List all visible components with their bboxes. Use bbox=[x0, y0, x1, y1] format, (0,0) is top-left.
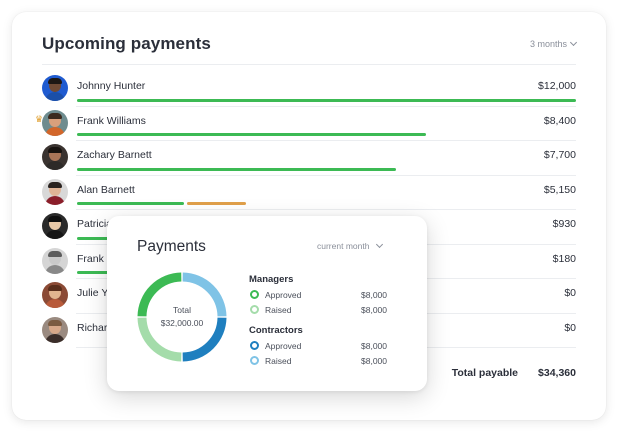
legend-value: $8,000 bbox=[361, 356, 387, 366]
legend-label: Approved bbox=[265, 290, 302, 300]
payee-name: Johnny Hunter bbox=[77, 80, 146, 92]
payment-row[interactable]: Johnny Hunter $12,000 bbox=[42, 72, 576, 107]
contractors-title: Contractors bbox=[249, 325, 303, 336]
legend-item: Approved $8,000 bbox=[249, 288, 389, 303]
donut-total-value: $32,000.00 bbox=[160, 318, 204, 328]
payment-amount: $5,150 bbox=[543, 183, 576, 196]
payee-name: Frank bbox=[77, 252, 104, 265]
payment-row[interactable]: Zachary Barnett $7,700 bbox=[42, 141, 576, 176]
managers-title: Managers bbox=[249, 274, 294, 285]
payment-row[interactable]: Alan Barnett $5,150 bbox=[42, 176, 576, 210]
payment-amount: $12,000 bbox=[538, 80, 576, 92]
avatar bbox=[42, 316, 68, 343]
legend-label: Approved bbox=[265, 341, 302, 351]
crown-icon: ♛ bbox=[35, 113, 44, 124]
card-title: Upcoming payments bbox=[42, 34, 211, 53]
managers-items: Approved $8,000 Raised $8,000 bbox=[249, 288, 389, 318]
payment-amount: $180 bbox=[552, 252, 576, 265]
progress-bar bbox=[77, 202, 184, 205]
avatar bbox=[42, 75, 68, 101]
payee-name: Alan Barnett bbox=[77, 183, 135, 196]
payment-amount: $0 bbox=[564, 321, 576, 334]
progress-bar bbox=[77, 98, 576, 102]
progress-bar bbox=[77, 133, 426, 136]
legend-dot-icon bbox=[250, 356, 259, 365]
legend-item: Raised $8,000 bbox=[249, 354, 389, 369]
payment-amount: $0 bbox=[564, 287, 576, 299]
avatar bbox=[42, 213, 68, 239]
payment-amount: $7,700 bbox=[543, 149, 576, 161]
payee-name: Julie Y bbox=[77, 287, 109, 299]
total-label: Total payable bbox=[451, 367, 519, 379]
avatar bbox=[42, 247, 68, 274]
legend-item: Raised $8,000 bbox=[249, 303, 389, 318]
chevron-down-icon bbox=[569, 38, 578, 47]
legend-value: $8,000 bbox=[361, 290, 387, 300]
payee-name: Zachary Barnett bbox=[77, 149, 152, 161]
payment-amount: $8,400 bbox=[543, 114, 576, 127]
legend-label: Raised bbox=[265, 356, 292, 366]
popup-period-dropdown[interactable]: current month bbox=[317, 240, 384, 251]
total-row: Total payable $34,360 bbox=[452, 367, 576, 379]
period-dropdown[interactable]: 3 months bbox=[529, 38, 578, 49]
contractors-items: Approved $8,000 Raised $8,000 bbox=[249, 339, 389, 369]
payment-row[interactable]: ♛ Frank Williams $8,400 bbox=[35, 107, 576, 141]
chevron-down-icon bbox=[376, 240, 384, 249]
donut-label: Total $32,000.00 bbox=[135, 304, 229, 330]
payments-legend: Managers Approved $8,000 Raised $8,000 Cont… bbox=[249, 274, 389, 369]
legend-item: Approved $8,000 bbox=[249, 339, 389, 354]
legend-dot-icon bbox=[250, 341, 259, 350]
total-value: $34,360 bbox=[538, 367, 576, 379]
legend-label: Raised bbox=[265, 305, 292, 315]
payments-popup: Payments current month Total $32,000.00 … bbox=[107, 216, 427, 391]
progress-bar-secondary bbox=[187, 202, 246, 205]
popup-period-label: current month bbox=[317, 241, 370, 251]
avatar bbox=[42, 178, 68, 205]
payment-amount: $930 bbox=[552, 218, 576, 230]
donut-total-label: Total bbox=[173, 305, 191, 315]
legend-dot-icon bbox=[250, 305, 259, 314]
payee-name: Richar bbox=[77, 321, 108, 334]
avatar bbox=[42, 109, 68, 136]
popup-title: Payments bbox=[137, 238, 206, 255]
avatar bbox=[42, 282, 68, 308]
progress-bar bbox=[77, 167, 396, 171]
legend-dot-icon bbox=[250, 290, 259, 299]
divider bbox=[42, 64, 576, 65]
avatar bbox=[42, 144, 68, 170]
payee-name: Frank Williams bbox=[77, 114, 146, 127]
period-label: 3 months bbox=[529, 39, 567, 49]
legend-value: $8,000 bbox=[361, 305, 387, 315]
legend-value: $8,000 bbox=[361, 341, 387, 351]
